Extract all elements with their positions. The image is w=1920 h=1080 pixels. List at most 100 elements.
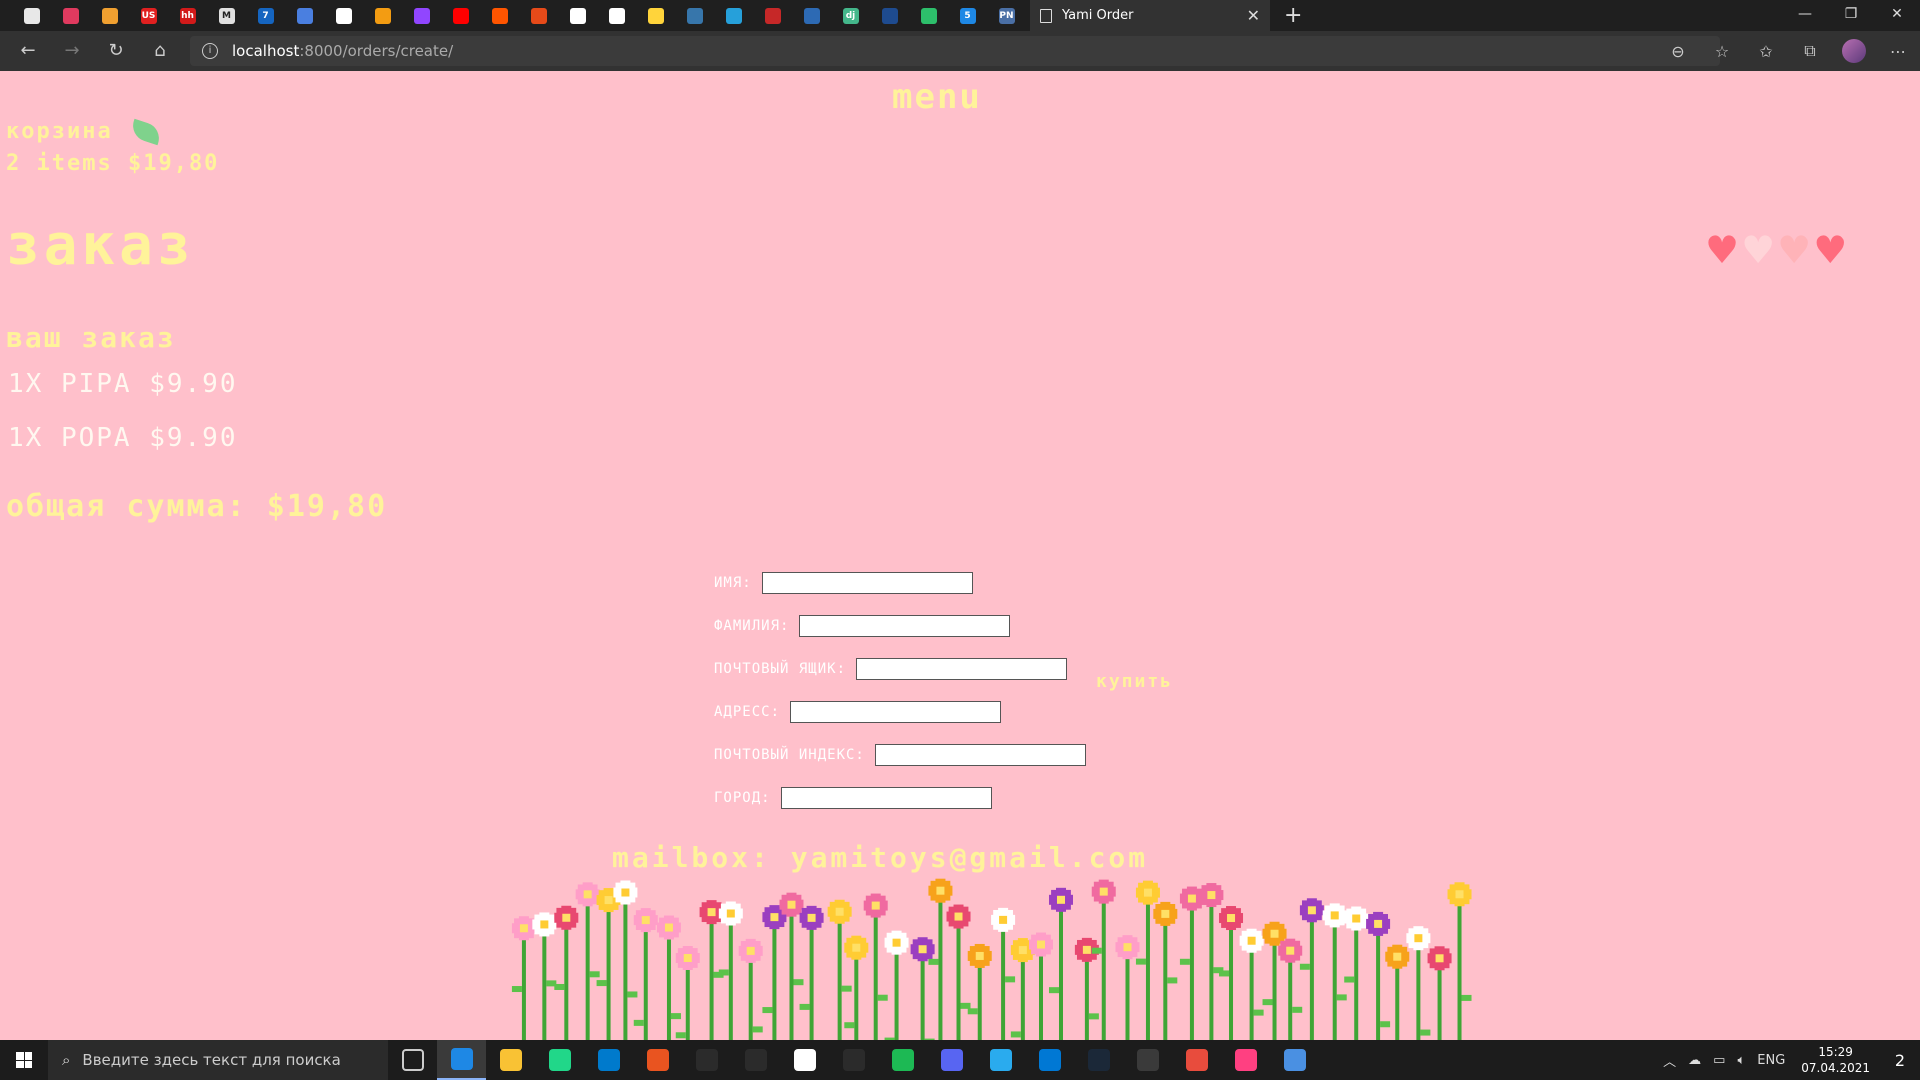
taskbar-app[interactable] — [633, 1040, 682, 1080]
pinned-tab[interactable] — [441, 0, 480, 31]
flower-leaf — [554, 983, 565, 990]
pinned-tab[interactable] — [51, 0, 90, 31]
taskbar-app[interactable] — [976, 1040, 1025, 1080]
favorites-icon[interactable]: ✩ — [1744, 42, 1788, 61]
add-favorite-icon[interactable]: ☆ — [1700, 42, 1744, 61]
pinned-tab[interactable] — [636, 0, 675, 31]
flower-leaf — [1292, 1006, 1303, 1013]
address-field[interactable] — [790, 700, 1002, 723]
flower-leaf — [1179, 958, 1190, 965]
flower-center — [918, 945, 927, 954]
start-button[interactable] — [0, 1040, 48, 1080]
taskbar-app[interactable] — [388, 1040, 437, 1080]
pinned-tab[interactable] — [480, 0, 519, 31]
app-icon — [744, 1049, 767, 1071]
back-button[interactable]: ← — [6, 31, 50, 71]
taskbar-app[interactable] — [486, 1040, 535, 1080]
settings-menu-icon[interactable]: ⋯ — [1876, 42, 1920, 61]
flower-center — [787, 900, 796, 909]
taskbar-app[interactable] — [878, 1040, 927, 1080]
flower-leaf — [762, 1007, 773, 1014]
reload-button[interactable]: ↻ — [94, 31, 138, 71]
info-icon[interactable]: i — [202, 43, 218, 59]
heart-icon: ♥ — [1813, 228, 1848, 272]
network-icon[interactable]: ▭ — [1713, 1053, 1725, 1068]
taskbar-app[interactable] — [829, 1040, 878, 1080]
collections-icon[interactable]: ⧉ — [1788, 41, 1832, 61]
cart-link[interactable]: корзина — [6, 118, 163, 145]
buy-button[interactable]: купить — [1096, 671, 1173, 692]
pinned-tab[interactable] — [324, 0, 363, 31]
taskbar-app[interactable] — [437, 1040, 486, 1080]
pinned-tab[interactable]: US — [129, 0, 168, 31]
taskbar-app[interactable] — [1025, 1040, 1074, 1080]
site-favicon-icon — [608, 7, 625, 24]
taskbar-app[interactable] — [1123, 1040, 1172, 1080]
flower-center — [1123, 943, 1132, 952]
cloud-icon[interactable]: ☁ — [1688, 1053, 1701, 1068]
taskbar-app[interactable] — [731, 1040, 780, 1080]
home-button[interactable]: ⌂ — [138, 31, 182, 71]
close-window-button[interactable]: ✕ — [1874, 0, 1920, 31]
pinned-tab[interactable]: PN — [987, 0, 1026, 31]
address-bar[interactable]: i localhost:8000/orders/create/ — [190, 36, 1720, 66]
app-icon — [1136, 1049, 1159, 1071]
pinned-tab[interactable] — [870, 0, 909, 31]
menu-link[interactable]: menu — [892, 77, 982, 117]
pinned-tab[interactable] — [753, 0, 792, 31]
taskbar-app[interactable] — [927, 1040, 976, 1080]
taskbar-app[interactable] — [584, 1040, 633, 1080]
maximize-button[interactable]: ❐ — [1828, 0, 1874, 31]
pinned-tab[interactable] — [402, 0, 441, 31]
first-name-field[interactable] — [761, 571, 973, 594]
active-tab[interactable]: Yami Order ✕ — [1030, 0, 1270, 31]
pinned-tab[interactable] — [597, 0, 636, 31]
language-indicator[interactable]: ENG — [1757, 1053, 1785, 1068]
email-field[interactable] — [856, 657, 1068, 680]
pinned-tab[interactable] — [12, 0, 51, 31]
pinned-tab[interactable]: 5 — [948, 0, 987, 31]
taskbar-app[interactable] — [780, 1040, 829, 1080]
profile-avatar[interactable] — [1842, 39, 1866, 63]
pinned-tab[interactable]: dj — [831, 0, 870, 31]
forward-button[interactable]: → — [50, 31, 94, 71]
flower-center — [975, 951, 984, 960]
pinned-tab[interactable] — [285, 0, 324, 31]
taskbar-app[interactable] — [1270, 1040, 1319, 1080]
pinned-tab[interactable] — [714, 0, 753, 31]
new-tab-button[interactable]: + — [1284, 3, 1302, 28]
order-item: 1X POPA $9.90 — [8, 423, 238, 453]
app-icon — [1185, 1049, 1208, 1071]
volume-icon[interactable]: 🔈︎ — [1737, 1053, 1745, 1068]
app-icon — [548, 1049, 571, 1071]
taskbar-app[interactable] — [1074, 1040, 1123, 1080]
zoom-icon[interactable]: ⊖ — [1656, 42, 1700, 61]
site-favicon-icon — [881, 7, 898, 24]
taskbar-app[interactable] — [1172, 1040, 1221, 1080]
pinned-tab[interactable] — [363, 0, 402, 31]
pinned-tab[interactable] — [909, 0, 948, 31]
postal-code-field[interactable] — [874, 743, 1086, 766]
city-field[interactable] — [780, 786, 992, 809]
taskbar-app[interactable] — [535, 1040, 584, 1080]
last-name-field[interactable] — [799, 614, 1011, 637]
notifications-button[interactable]: 2 — [1880, 1051, 1920, 1070]
minimize-button[interactable]: — — [1782, 0, 1828, 31]
flower-center — [1056, 895, 1065, 904]
pinned-tab[interactable] — [558, 0, 597, 31]
pinned-tab[interactable] — [675, 0, 714, 31]
taskbar-search[interactable]: ⌕ Введите здесь текст для поиска — [48, 1040, 388, 1080]
pinned-tab[interactable]: 7 — [246, 0, 285, 31]
pinned-tab[interactable] — [90, 0, 129, 31]
close-tab-icon[interactable]: ✕ — [1247, 6, 1260, 25]
clock[interactable]: 15:29 07.04.2021 — [1801, 1044, 1870, 1076]
pinned-tab[interactable] — [792, 0, 831, 31]
search-placeholder: Введите здесь текст для поиска — [82, 1051, 341, 1069]
taskbar-app[interactable] — [682, 1040, 731, 1080]
leaf-icon — [128, 118, 163, 145]
pinned-tab[interactable]: M — [207, 0, 246, 31]
pinned-tab[interactable]: hh — [168, 0, 207, 31]
pinned-tab[interactable] — [519, 0, 558, 31]
chevron-up-icon[interactable]: ︿ — [1663, 1051, 1676, 1070]
taskbar-app[interactable] — [1221, 1040, 1270, 1080]
